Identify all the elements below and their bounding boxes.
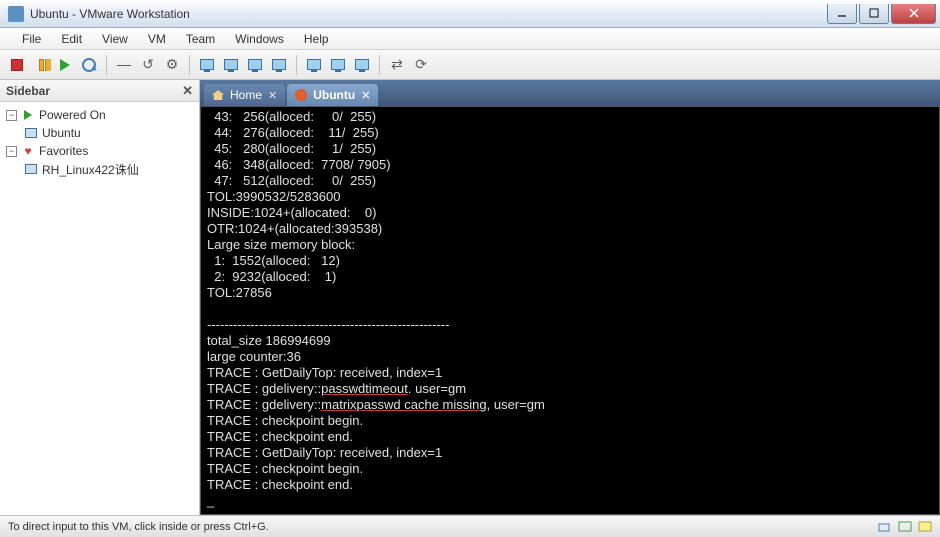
main-area: Sidebar ✕ − Powered On Ubuntu − ♥ Favori… <box>0 80 940 515</box>
tab-close-button[interactable]: ✕ <box>268 89 277 102</box>
tree-label: Ubuntu <box>42 126 81 140</box>
collapse-icon[interactable]: − <box>6 146 17 157</box>
snapshot-revert-button[interactable]: ↺ <box>137 54 159 76</box>
separator <box>106 55 107 75</box>
sidebar-close-button[interactable]: ✕ <box>182 83 193 99</box>
toolbar: ⎯⎯ ↺ ⚙ ⇄ ⟳ <box>0 50 940 80</box>
menu-edit[interactable]: Edit <box>51 30 92 48</box>
appliance-icon <box>331 59 345 70</box>
tab-label: Home <box>230 88 262 102</box>
snapshot-button[interactable]: ⎯⎯ <box>113 54 135 76</box>
snapshot-manager-button[interactable]: ⚙ <box>161 54 183 76</box>
show-console-button[interactable] <box>196 54 218 76</box>
console-view-button[interactable] <box>351 54 373 76</box>
collapse-icon[interactable]: − <box>6 110 17 121</box>
tree-label: Powered On <box>39 108 106 122</box>
menu-view[interactable]: View <box>92 30 138 48</box>
tab-close-button[interactable]: ✕ <box>361 89 370 102</box>
tree-group-powered-on[interactable]: − Powered On <box>2 106 197 124</box>
capture-button[interactable]: ⟳ <box>410 54 432 76</box>
tab-ubuntu[interactable]: Ubuntu ✕ <box>287 84 378 106</box>
console-icon <box>355 59 369 70</box>
tab-home[interactable]: Home ✕ <box>204 84 285 106</box>
menu-file[interactable]: File <box>12 30 51 48</box>
switch-icon <box>272 59 286 70</box>
sidebar-title: Sidebar <box>6 84 50 98</box>
sidebar-tree: − Powered On Ubuntu − ♥ Favorites RH_Lin… <box>0 102 199 182</box>
menu-windows[interactable]: Windows <box>225 30 294 48</box>
status-hint: To direct input to this VM, click inside… <box>8 521 269 533</box>
separator <box>379 55 380 75</box>
menu-help[interactable]: Help <box>294 30 339 48</box>
tab-label: Ubuntu <box>313 88 355 102</box>
unity-button[interactable] <box>244 54 266 76</box>
network-icon[interactable] <box>878 521 892 533</box>
tree-group-favorites[interactable]: − ♥ Favorites <box>2 142 197 160</box>
content-area: Home ✕ Ubuntu ✕ 43: 256(alloced: 0/ 255)… <box>200 80 940 515</box>
heart-icon: ♥ <box>21 144 35 158</box>
pause-button[interactable] <box>30 54 52 76</box>
menu-vm[interactable]: VM <box>138 30 176 48</box>
sidebar-header: Sidebar ✕ <box>0 80 199 102</box>
window-controls <box>825 4 936 24</box>
reset-button[interactable] <box>78 54 100 76</box>
tree-item-rhlinux[interactable]: RH_Linux422诛仙 <box>2 160 197 178</box>
play-icon <box>21 110 35 120</box>
summary-view-button[interactable] <box>303 54 325 76</box>
revert-icon: ↺ <box>142 56 154 73</box>
separator <box>296 55 297 75</box>
window-title: Ubuntu - VMware Workstation <box>30 7 825 21</box>
terminal-output[interactable]: 43: 256(alloced: 0/ 255) 44: 276(alloced… <box>200 106 940 515</box>
capture-icon: ⟳ <box>415 56 427 73</box>
maximize-button[interactable] <box>859 4 889 24</box>
vm-icon <box>24 164 38 174</box>
app-icon <box>8 6 24 22</box>
ubuntu-icon <box>295 89 307 101</box>
minimize-button[interactable] <box>827 4 857 24</box>
window-titlebar: Ubuntu - VMware Workstation <box>0 0 940 28</box>
unity-icon <box>248 59 262 70</box>
snapshot-icon: ⎯⎯ <box>117 56 131 73</box>
play-button[interactable] <box>54 54 76 76</box>
message-icon[interactable] <box>918 521 932 533</box>
quick-switch-button[interactable] <box>268 54 290 76</box>
sidebar: Sidebar ✕ − Powered On Ubuntu − ♥ Favori… <box>0 80 200 515</box>
status-tray <box>878 521 932 533</box>
devices-icon[interactable] <box>898 521 912 533</box>
pause-icon <box>39 59 44 71</box>
convert-icon: ⇄ <box>391 56 403 73</box>
fullscreen-icon <box>224 59 238 70</box>
stop-icon <box>11 59 23 71</box>
appliance-view-button[interactable] <box>327 54 349 76</box>
menu-team[interactable]: Team <box>176 30 225 48</box>
tree-label: RH_Linux422诛仙 <box>42 161 139 178</box>
tree-item-ubuntu[interactable]: Ubuntu <box>2 124 197 142</box>
menubar: File Edit View VM Team Windows Help <box>0 28 940 50</box>
status-bar: To direct input to this VM, click inside… <box>0 515 940 537</box>
play-icon <box>60 59 70 71</box>
reset-icon <box>82 58 96 72</box>
tabbar: Home ✕ Ubuntu ✕ <box>200 80 940 106</box>
monitor-icon <box>200 59 214 70</box>
separator <box>189 55 190 75</box>
convert-button[interactable]: ⇄ <box>386 54 408 76</box>
tree-label: Favorites <box>39 144 88 158</box>
vm-icon <box>24 128 38 138</box>
manager-icon: ⚙ <box>166 56 179 73</box>
power-off-button[interactable] <box>6 54 28 76</box>
home-icon <box>212 90 224 100</box>
summary-icon <box>307 59 321 70</box>
close-button[interactable] <box>891 4 936 24</box>
fullscreen-button[interactable] <box>220 54 242 76</box>
